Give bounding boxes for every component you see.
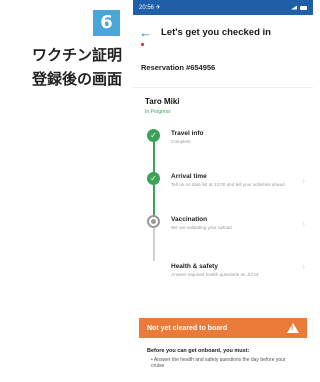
step-desc: We are validating your upload	[171, 225, 232, 230]
step-number-badge: 6	[93, 10, 120, 36]
checkin-steps: ✓ Travel info Complete ✓ Arrival time Te…	[133, 129, 313, 301]
step-health-safety[interactable]: Health & safety Answer required health q…	[133, 258, 313, 301]
check-icon: ✓	[147, 172, 160, 185]
passenger-name: Taro Miki	[145, 97, 180, 106]
step-title: Vaccination	[171, 216, 208, 223]
boarding-status-banner: Not yet cleared to board !	[139, 318, 307, 338]
reservation-number: Reservation #654956	[141, 63, 216, 72]
step-title: Health & safety	[171, 263, 218, 270]
notification-dot	[141, 43, 144, 46]
step-vaccination[interactable]: Vaccination We are validating your uploa…	[133, 215, 313, 258]
step-title: Arrival time	[171, 173, 207, 180]
passenger-status: In Progress	[145, 109, 171, 115]
step-desc: Tell us on date list at 12:00 and tell y…	[171, 182, 285, 187]
pending-icon	[147, 215, 160, 228]
chevron-right-icon: ›	[302, 264, 305, 271]
status-bar: 20:56 ✈	[133, 0, 313, 15]
signal-icon	[291, 5, 297, 10]
step-desc: Answer required health questions on Jul …	[171, 272, 260, 277]
step-title: Travel info	[171, 130, 204, 137]
annotation-line-2: 登録後の画面	[31, 70, 122, 88]
status-time: 20:56 ✈	[139, 5, 161, 11]
battery-icon	[300, 5, 307, 10]
step-desc: Complete	[171, 139, 191, 144]
status-icons	[291, 5, 307, 10]
step-travel-info[interactable]: ✓ Travel info Complete	[133, 129, 313, 172]
step-arrival-time[interactable]: ✓ Arrival time Tell us on date list at 1…	[133, 172, 313, 215]
page-title: Let's get you checked in	[161, 26, 271, 38]
warning-icon: !	[287, 323, 299, 333]
instruction-item: • Answer the health and safety questions…	[151, 357, 286, 369]
chevron-right-icon: ›	[302, 178, 305, 185]
check-icon: ✓	[147, 129, 160, 142]
phone-screen: 20:56 ✈ ← Let's get you checked in Reser…	[133, 0, 313, 382]
banner-text: Not yet cleared to board	[147, 324, 228, 332]
top-bar: ← Let's get you checked in	[133, 15, 313, 49]
instructions-heading: Before you can get onboard, you must:	[147, 348, 250, 354]
back-arrow-icon[interactable]: ←	[139, 25, 155, 40]
chevron-right-icon: ›	[302, 221, 305, 228]
annotation-line-1: ワクチン証明	[31, 46, 122, 64]
annotation-panel: 6 ワクチン証明 登録後の画面	[0, 0, 130, 382]
